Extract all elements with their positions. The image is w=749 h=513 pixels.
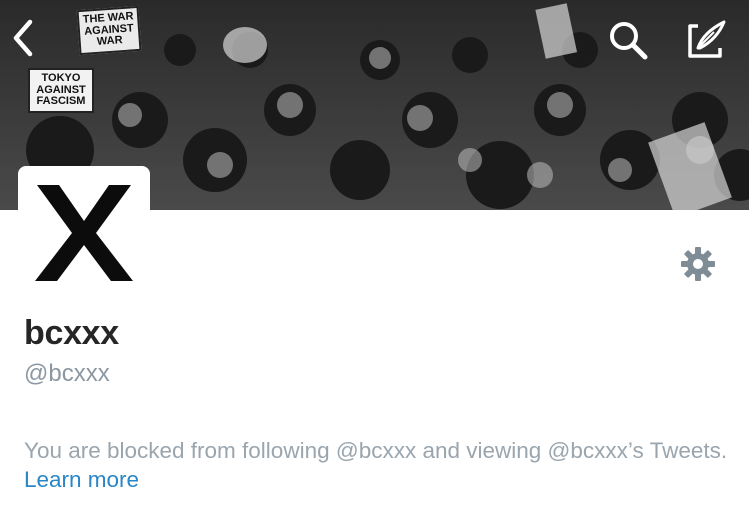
compose-icon <box>688 20 726 58</box>
avatar-x-image <box>35 185 133 281</box>
search-button[interactable] <box>606 18 652 64</box>
profile-handle: @bcxxx <box>24 360 110 387</box>
profile-display-name: bcxxx <box>24 314 119 352</box>
blocked-notice: You are blocked from following @bcxxx an… <box>24 436 729 494</box>
protest-sign-tokyo: TOKYO AGAINST FASCISM <box>28 68 94 113</box>
protest-sign-war: THE WAR AGAINST WAR <box>76 5 142 55</box>
gear-icon <box>681 247 715 281</box>
back-button[interactable] <box>8 18 54 64</box>
profile-settings-button[interactable] <box>676 242 720 286</box>
blocked-notice-text: You are blocked from following @bcxxx an… <box>24 438 728 463</box>
chevron-left-icon <box>13 19 33 57</box>
learn-more-link[interactable]: Learn more <box>24 467 139 492</box>
compose-tweet-button[interactable] <box>684 18 730 64</box>
profile-avatar[interactable] <box>18 166 150 298</box>
search-icon <box>610 22 648 60</box>
